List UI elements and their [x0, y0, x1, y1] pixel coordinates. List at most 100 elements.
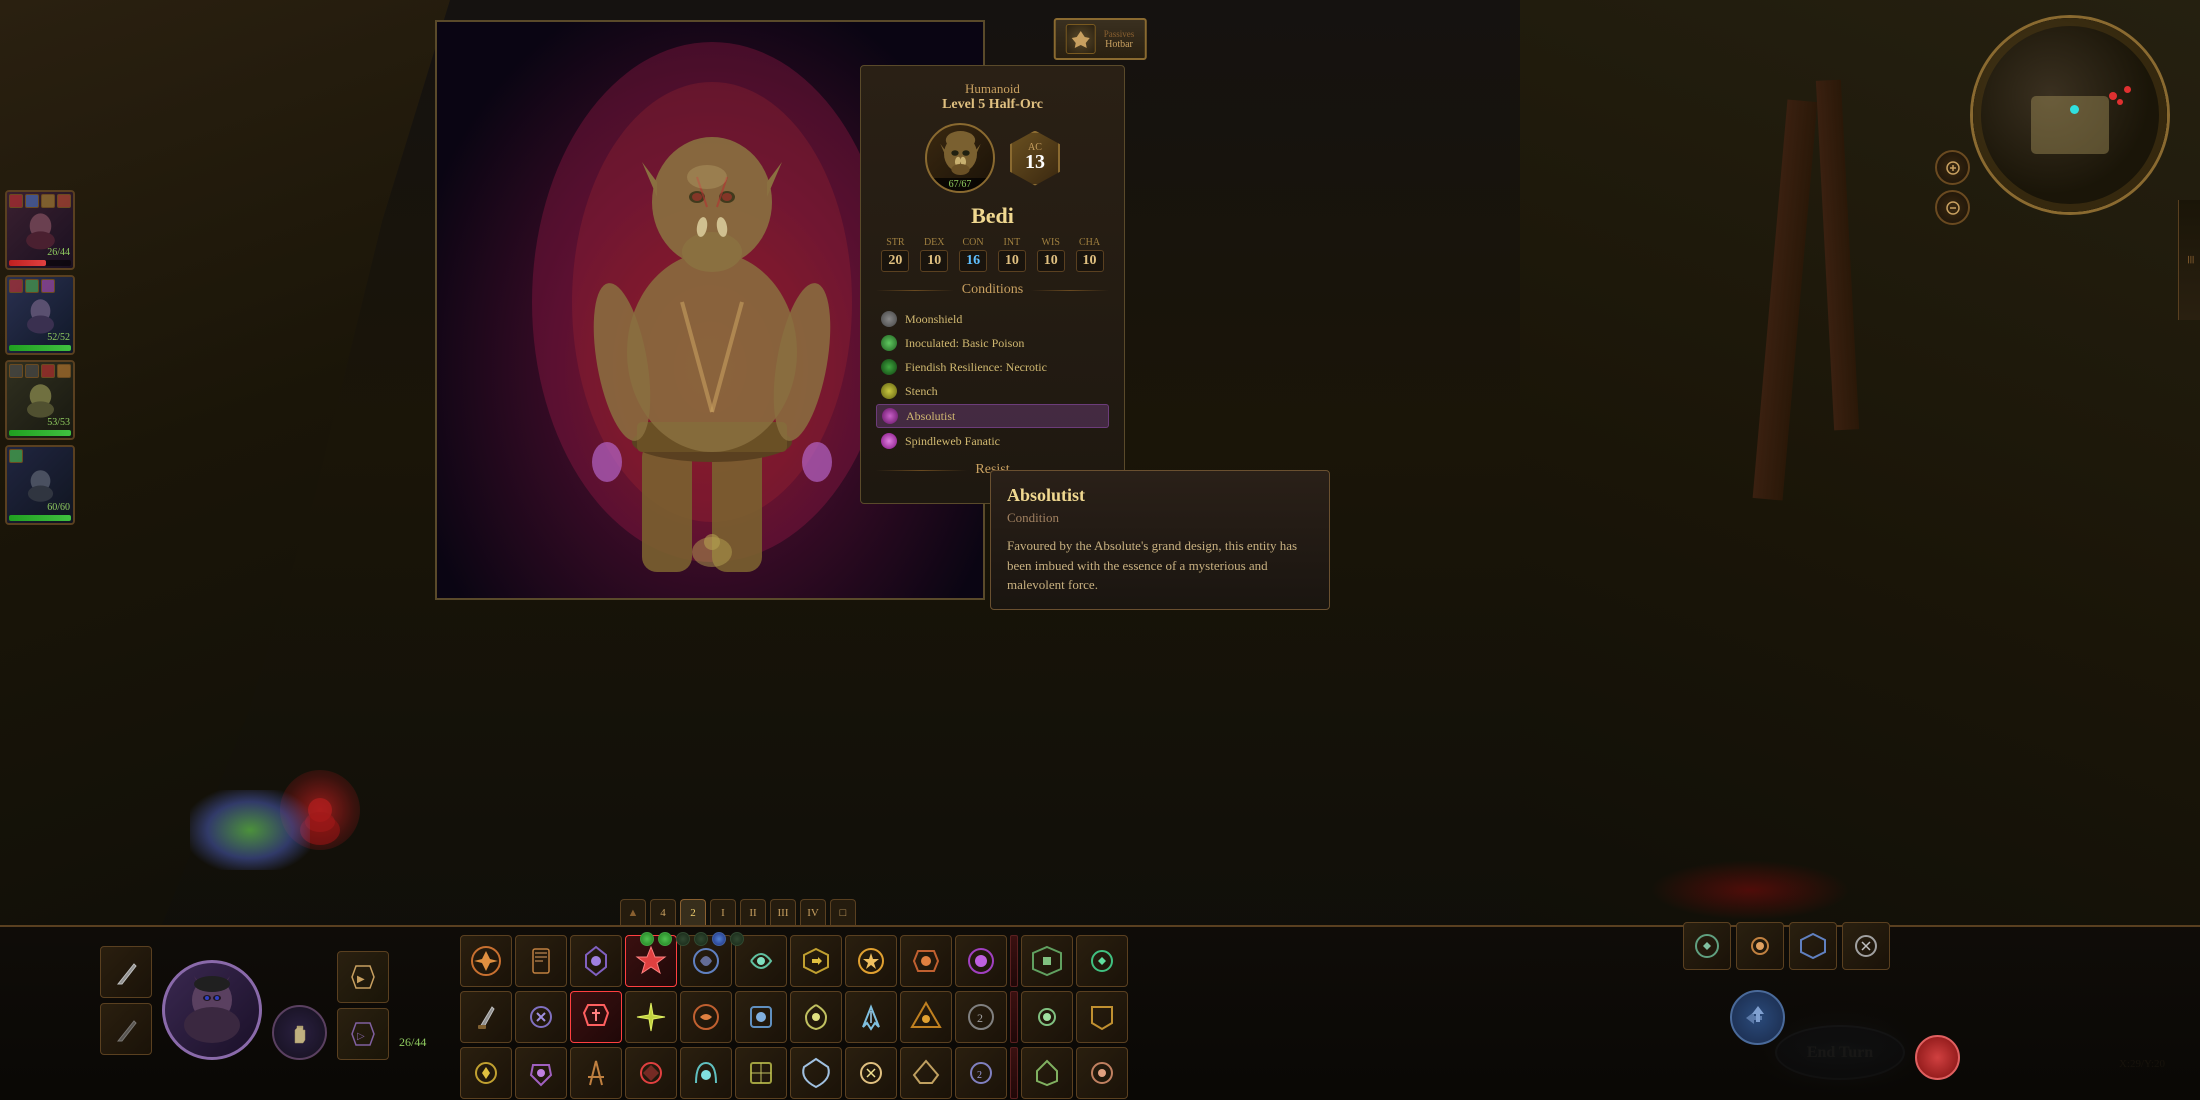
initiative-panel[interactable]: Passives Hotbar: [1054, 18, 1147, 60]
weapon-slot-1[interactable]: [460, 991, 512, 1043]
movement-icon[interactable]: [1730, 990, 1785, 1045]
top-center-ui: Passives Hotbar: [1054, 18, 1147, 60]
weapon-slot-9[interactable]: [900, 991, 952, 1043]
action-slot-10[interactable]: [955, 935, 1007, 987]
action-row-2: 2: [460, 991, 1128, 1043]
party-portrait-3[interactable]: 53/53: [5, 360, 75, 440]
party-2-hp: 52/52: [47, 332, 70, 343]
bonus-action-button[interactable]: ▷: [337, 1008, 389, 1060]
action-slot-3[interactable]: [570, 935, 622, 987]
action-slot-9[interactable]: [900, 935, 952, 987]
weapon-slot-10[interactable]: 2: [955, 991, 1007, 1043]
item-slot-5[interactable]: [680, 1047, 732, 1099]
item-slot-6[interactable]: [735, 1047, 787, 1099]
right-icon-1[interactable]: [1683, 922, 1731, 970]
stat-dex: DEX 10: [920, 237, 948, 272]
weapon-slot-5[interactable]: [680, 991, 732, 1043]
party-1-hp: 26/44: [47, 247, 70, 258]
condition-spindleweb[interactable]: Spindleweb Fanatic: [876, 430, 1109, 452]
party-3-hp-bar: [9, 430, 71, 436]
condition-icon-spindleweb: [881, 433, 897, 449]
status-icon-1: [9, 194, 23, 208]
party-portrait-4[interactable]: 60/60: [5, 445, 75, 525]
weapon-slot-7[interactable]: [790, 991, 842, 1043]
party-4-hp-bar: [9, 515, 71, 521]
item-slot-10[interactable]: 2: [955, 1047, 1007, 1099]
info-panel: Humanoid Level 5 Half-Orc 67/67 AC 13: [860, 65, 1125, 504]
item-slot-1[interactable]: [460, 1047, 512, 1099]
status-icon-3: [41, 194, 55, 208]
map-zoom-out[interactable]: [1935, 190, 1970, 225]
condition-stench[interactable]: Stench: [876, 380, 1109, 402]
action-slot-12[interactable]: [1076, 935, 1128, 987]
character-name: Bedi: [876, 203, 1109, 229]
ac-badge: AC 13: [1010, 131, 1060, 186]
action-separator-3: [1010, 1047, 1018, 1099]
spell-slot-6: [730, 932, 744, 946]
right-icon-3[interactable]: [1789, 922, 1837, 970]
action-slot-7[interactable]: [790, 935, 842, 987]
action-slot-1[interactable]: [460, 935, 512, 987]
party-portrait-1[interactable]: 26/44: [5, 190, 75, 270]
svg-text:2: 2: [977, 1011, 983, 1025]
right-icon-4[interactable]: [1842, 922, 1890, 970]
condition-fiendish[interactable]: Fiendish Resilience: Necrotic: [876, 356, 1109, 378]
weapon-slot-11[interactable]: [1021, 991, 1073, 1043]
action-slot-8[interactable]: [845, 935, 897, 987]
condition-moonshield[interactable]: Moonshield: [876, 308, 1109, 330]
weapon-slot-6[interactable]: [735, 991, 787, 1043]
stance-button[interactable]: [272, 1005, 327, 1060]
conditions-header: Conditions: [954, 282, 1031, 298]
tab-2[interactable]: 2: [680, 899, 706, 925]
blood-effect: [1650, 860, 1850, 920]
item-slot-12[interactable]: [1076, 1047, 1128, 1099]
int-value: 10: [998, 250, 1026, 272]
weapon-slot-8[interactable]: [845, 991, 897, 1043]
weapon-quick-2[interactable]: [100, 1003, 152, 1055]
conditions-divider: Conditions: [876, 282, 1109, 298]
tooltip-title: Absolutist: [1007, 485, 1313, 506]
absolutist-tooltip: Absolutist Condition Favoured by the Abs…: [990, 470, 1330, 610]
tab-II[interactable]: II: [740, 899, 766, 925]
wis-label: WIS: [1037, 237, 1065, 248]
tab-square[interactable]: □: [830, 899, 856, 925]
item-slot-9[interactable]: [900, 1047, 952, 1099]
tab-IV[interactable]: IV: [800, 899, 826, 925]
player-portrait-main[interactable]: [162, 960, 262, 1060]
party-2-hp-fill: [9, 345, 71, 351]
weapon-slot-12[interactable]: [1076, 991, 1128, 1043]
condition-text-stench: Stench: [905, 384, 938, 399]
tab-triangle[interactable]: ▲: [620, 899, 646, 925]
tab-I[interactable]: I: [710, 899, 736, 925]
action-button[interactable]: ▶: [337, 951, 389, 1003]
item-slot-8[interactable]: [845, 1047, 897, 1099]
weapon-slot-2[interactable]: [515, 991, 567, 1043]
condition-absolutist[interactable]: Absolutist: [876, 404, 1109, 428]
minimap[interactable]: [1970, 15, 2170, 215]
party-3-icon-4: [57, 364, 71, 378]
str-label: STR: [881, 237, 909, 248]
map-controls: [1935, 150, 1970, 225]
svg-text:▶: ▶: [357, 974, 365, 985]
party-portrait-2[interactable]: 52/52: [5, 275, 75, 355]
map-zoom-in[interactable]: [1935, 150, 1970, 185]
stat-con: CON 16: [959, 237, 987, 272]
item-slot-11[interactable]: [1021, 1047, 1073, 1099]
tab-III[interactable]: III: [770, 899, 796, 925]
item-slot-2[interactable]: [515, 1047, 567, 1099]
weapon-quick-1[interactable]: [100, 946, 152, 998]
init-icon-1[interactable]: [1066, 24, 1096, 54]
condition-poison[interactable]: Inoculated: Basic Poison: [876, 332, 1109, 354]
right-icon-2[interactable]: [1736, 922, 1784, 970]
item-slot-7[interactable]: [790, 1047, 842, 1099]
weapon-slot-3-active[interactable]: [570, 991, 622, 1043]
scroll-indicator[interactable]: ≡: [2178, 200, 2200, 320]
portrait-hp: 67/67: [927, 178, 993, 191]
weapon-slot-4[interactable]: [625, 991, 677, 1043]
tab-4[interactable]: 4: [650, 899, 676, 925]
action-slot-11[interactable]: [1021, 935, 1073, 987]
init-sublabel: Hotbar: [1105, 39, 1133, 50]
item-slot-3[interactable]: [570, 1047, 622, 1099]
item-slot-4[interactable]: [625, 1047, 677, 1099]
action-slot-2[interactable]: [515, 935, 567, 987]
